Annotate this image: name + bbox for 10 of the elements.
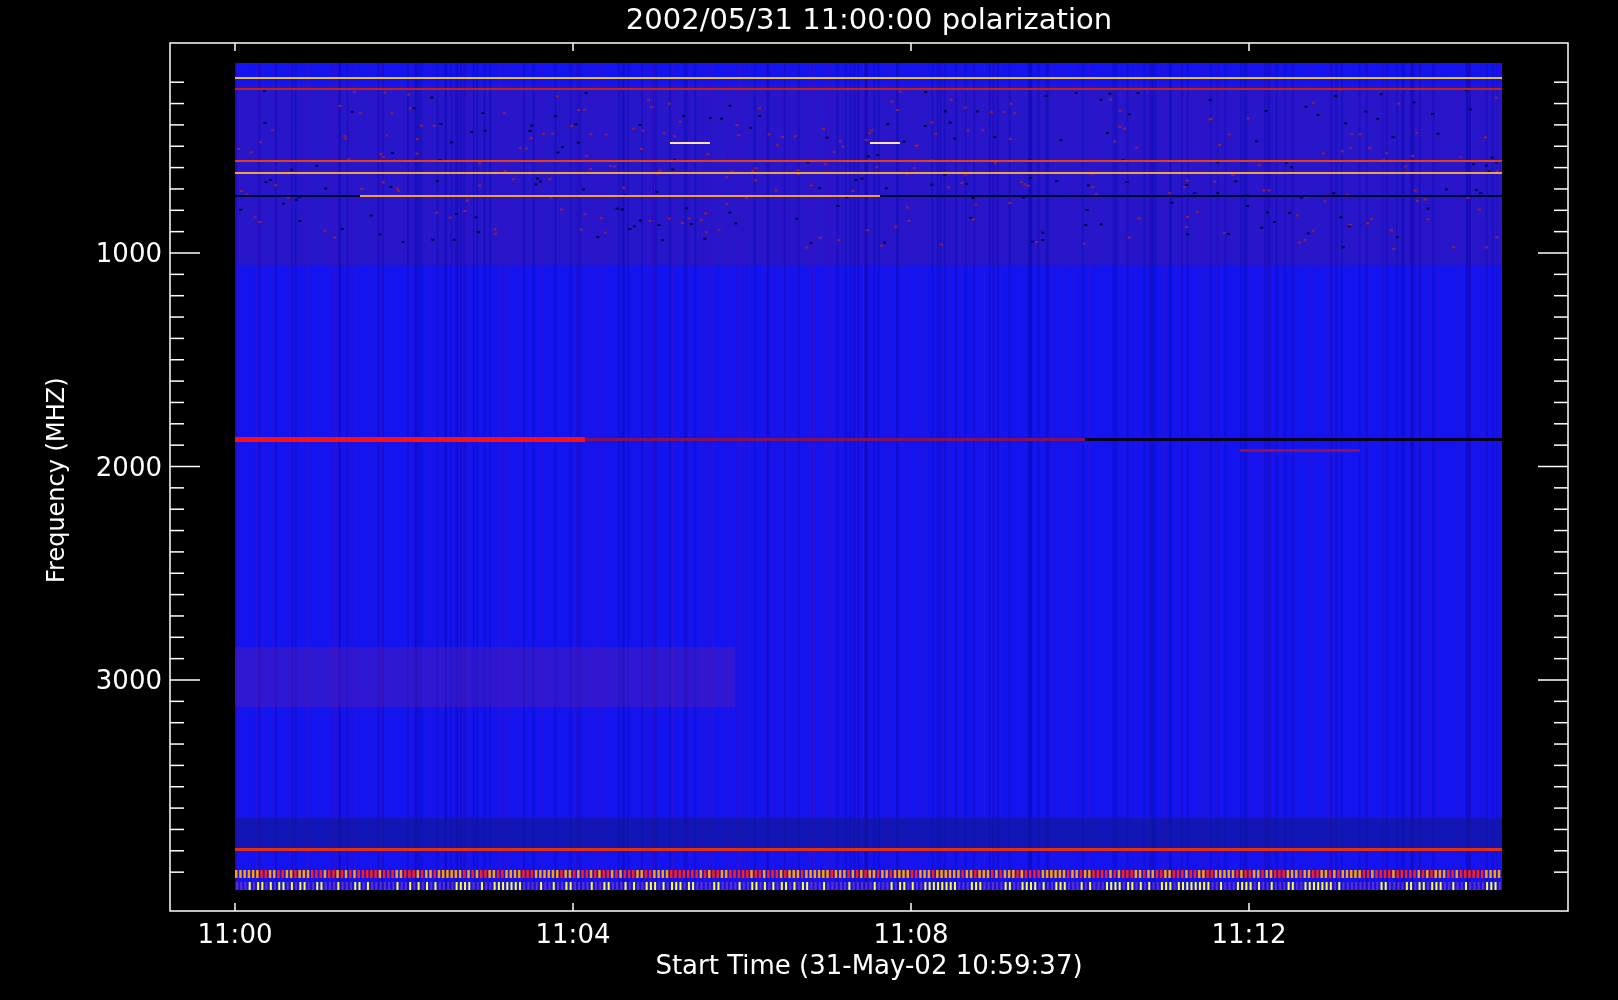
chart-title: 2002/05/31 11:00:00 polarization [624,2,1114,36]
x-tick-label: 11:08 [873,919,949,949]
x-tick-label: 11:12 [1211,919,1287,949]
x-axis-label: Start Time (31-May-02 10:59:37) [654,950,1084,980]
y-tick-label: 2000 [95,451,162,482]
y-tick-label: 1000 [95,238,162,268]
y-axis-label: Frequency (MHZ) [41,376,71,585]
x-tick-label: 11:00 [197,919,273,949]
y-tick-label: 3000 [95,665,162,695]
x-tick-label: 11:04 [535,919,611,949]
